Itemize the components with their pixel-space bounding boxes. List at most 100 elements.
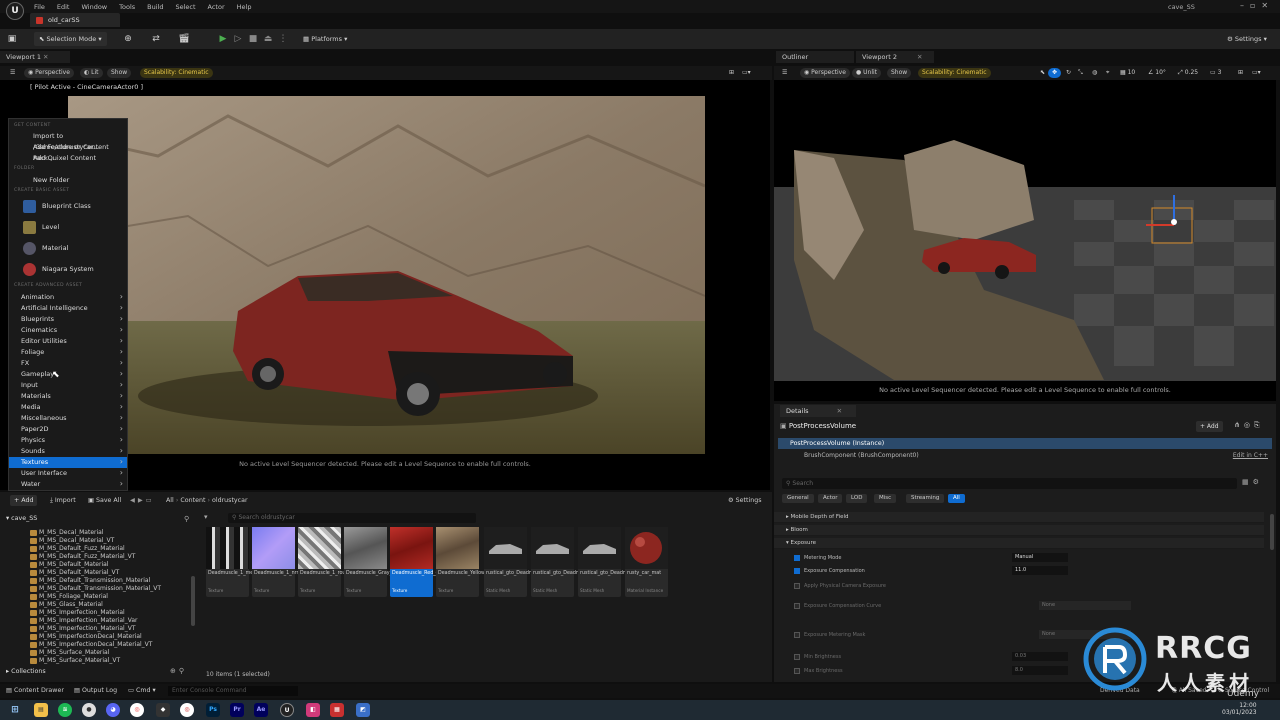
surface-snap-icon[interactable]: ⌖ bbox=[1102, 68, 1113, 78]
add-actor-icon[interactable]: ⊕ bbox=[122, 33, 134, 45]
min-brightness-checkbox[interactable] bbox=[794, 654, 800, 660]
level-menu-item[interactable]: Level bbox=[9, 217, 127, 237]
asset-tile[interactable]: rustical_gto_Deadmuscle... Static Mesh bbox=[531, 527, 598, 597]
tree-folder[interactable]: M_MS_Default_Fuzz_Material bbox=[30, 545, 125, 553]
details-options-icons[interactable]: ⋔◎⎘ bbox=[1234, 421, 1264, 430]
edit-cpp-link[interactable]: Edit in C++ bbox=[1233, 450, 1268, 461]
tab-outliner[interactable]: Outliner bbox=[776, 51, 854, 63]
tab-details[interactable]: Details ✕ bbox=[780, 405, 856, 417]
tree-folder[interactable]: M_MS_Surface_Material bbox=[30, 649, 109, 657]
details-search-input[interactable]: ⚲ Search bbox=[782, 478, 1237, 489]
chrome-icon[interactable]: ◎ bbox=[130, 703, 144, 717]
output-log-button[interactable]: ▤ Output Log bbox=[74, 687, 117, 694]
asset-tile[interactable]: Deadmuscle_Gray_dif Texture bbox=[344, 527, 398, 597]
menu-edit[interactable]: Edit bbox=[51, 3, 76, 11]
tree-folder[interactable]: M_MS_Default_Transmission_Material_VT bbox=[30, 585, 161, 593]
move-tool-icon[interactable]: ✥ bbox=[1048, 68, 1062, 78]
close-icon[interactable]: ✕ bbox=[43, 53, 48, 61]
filter-general[interactable]: General bbox=[782, 494, 814, 503]
asset-search-input[interactable]: ⚲ Search oldrustycar bbox=[228, 513, 476, 523]
search-icon[interactable]: ⚲ bbox=[184, 515, 189, 523]
app-icon[interactable]: ▦ bbox=[330, 703, 344, 717]
collections-actions-icons[interactable]: ⊕⚲ bbox=[170, 667, 187, 675]
menu-tools[interactable]: Tools bbox=[113, 3, 141, 11]
asset-tile[interactable]: Deadmuscle_1_nrm Texture bbox=[252, 527, 301, 597]
app-icon[interactable]: ◧ bbox=[306, 703, 320, 717]
history-nav-icons[interactable]: ◀▶▭ bbox=[130, 495, 155, 506]
apply-physical-checkbox[interactable] bbox=[794, 583, 800, 589]
breadcrumb-content[interactable]: Content bbox=[180, 497, 205, 504]
collections-header[interactable]: ▸ Collections bbox=[6, 668, 46, 675]
import-button[interactable]: ⤓ Import bbox=[50, 495, 76, 506]
max-brightness-checkbox[interactable] bbox=[794, 668, 800, 674]
show-button[interactable]: Show bbox=[887, 68, 912, 78]
breadcrumb-all[interactable]: All bbox=[166, 497, 174, 504]
material-menu-item[interactable]: Material bbox=[9, 238, 127, 258]
asset-tile-selected[interactable]: Deadmuscle_Red_dif Texture bbox=[390, 527, 442, 597]
exposure-curve-checkbox[interactable] bbox=[794, 603, 800, 609]
add-button[interactable]: + Add bbox=[10, 495, 38, 506]
submenu-editor-utilities[interactable]: Editor Utilities bbox=[9, 336, 127, 347]
section-mobile-dof[interactable]: ▸ Mobile Depth of Field bbox=[774, 512, 1264, 523]
max-brightness-input[interactable]: 8.0 bbox=[1012, 666, 1068, 675]
submenu-water[interactable]: Water bbox=[9, 479, 127, 490]
tree-folder[interactable]: M_MS_Surface_Material_VT bbox=[30, 657, 120, 665]
system-clock[interactable]: 12:00 03/01/2023 bbox=[1222, 702, 1257, 716]
submenu-textures[interactable]: Textures bbox=[9, 457, 127, 468]
save-icon[interactable]: ▣ bbox=[6, 33, 18, 45]
layout-icon[interactable]: ⊞ bbox=[725, 68, 738, 78]
asset-tile[interactable]: rusty_car_mat Material Instance bbox=[625, 527, 668, 597]
unreal-engine-icon[interactable]: U bbox=[280, 703, 294, 717]
submenu-foliage[interactable]: Foliage bbox=[9, 347, 127, 358]
app-icon[interactable]: ◆ bbox=[156, 703, 170, 717]
viewport-2[interactable]: No active Level Sequencer detected. Plea… bbox=[774, 80, 1276, 401]
content-drawer-button[interactable]: ▤ Content Drawer bbox=[6, 687, 64, 694]
tree-folder[interactable]: M_MS_Default_Transmission_Material bbox=[30, 577, 150, 585]
tree-folder[interactable]: M_MS_ImperfectionDecal_Material_VT bbox=[30, 641, 152, 649]
browser-icon[interactable]: ◎ bbox=[180, 703, 194, 717]
scale-tool-icon[interactable]: ⤡ bbox=[1074, 68, 1087, 78]
submenu-fx[interactable]: FX bbox=[9, 358, 127, 369]
exposure-compensation-checkbox[interactable] bbox=[794, 568, 800, 574]
filter-icon[interactable]: ▾ bbox=[204, 513, 208, 521]
rotation-snap-button[interactable]: ∠ 10° bbox=[1144, 68, 1170, 78]
submenu-physics[interactable]: Physics bbox=[9, 435, 127, 446]
cb-root-label[interactable]: ▾ cave_SS bbox=[6, 515, 37, 522]
asset-tile[interactable]: Deadmuscle_Yellow_dif Texture bbox=[436, 527, 493, 597]
close-icon[interactable]: ✕ bbox=[917, 53, 922, 61]
section-exposure[interactable]: ▾ Exposure bbox=[774, 538, 1264, 549]
selection-mode-button[interactable]: ⬉ Selection Mode ▾ bbox=[34, 32, 107, 46]
submenu-paper2d[interactable]: Paper2D bbox=[9, 424, 127, 435]
discord-icon[interactable]: ◕ bbox=[106, 703, 120, 717]
submenu-media[interactable]: Media bbox=[9, 402, 127, 413]
menu-window[interactable]: Window bbox=[75, 3, 113, 11]
blueprint-class-menu-item[interactable]: Blueprint Class bbox=[9, 196, 127, 216]
console-input[interactable]: Enter Console Command bbox=[168, 686, 298, 696]
hamburger-icon[interactable]: ☰ bbox=[6, 68, 19, 78]
component-instance-row[interactable]: PostProcessVolume (Instance) bbox=[778, 438, 1272, 449]
hamburger-icon[interactable]: ☰ bbox=[778, 68, 791, 78]
min-brightness-input[interactable]: 0.03 bbox=[1012, 652, 1068, 661]
tree-folder[interactable]: M_MS_Decal_Material bbox=[30, 529, 104, 537]
lit-button[interactable]: ◐ Lit bbox=[80, 68, 103, 78]
submenu-ai[interactable]: Artificial Intelligence bbox=[9, 303, 127, 314]
stop-icon[interactable]: ■ bbox=[247, 33, 259, 45]
submenu-materials[interactable]: Materials bbox=[9, 391, 127, 402]
tree-folder[interactable]: M_MS_Decal_Material_VT bbox=[30, 537, 114, 545]
menu-file[interactable]: File bbox=[28, 3, 51, 11]
submenu-gameplay[interactable]: Gameplay bbox=[9, 369, 127, 380]
maximize-icon[interactable]: ▭▾ bbox=[1248, 68, 1265, 78]
tree-folder[interactable]: M_MS_Imperfection_Material_VT bbox=[30, 625, 135, 633]
tree-folder[interactable]: M_MS_Imperfection_Material_Var bbox=[30, 617, 138, 625]
menu-help[interactable]: Help bbox=[231, 3, 258, 11]
app-icon[interactable]: ● bbox=[82, 703, 96, 717]
new-folder-menu-item[interactable]: New Folder bbox=[9, 175, 127, 186]
tab-viewport-2[interactable]: Viewport 2 ✕ bbox=[856, 51, 934, 63]
show-button[interactable]: Show bbox=[107, 68, 132, 78]
perspective-button[interactable]: ◉ Perspective bbox=[800, 68, 850, 78]
filter-streaming[interactable]: Streaming bbox=[906, 494, 945, 503]
add-component-button[interactable]: + Add bbox=[1196, 421, 1223, 432]
metering-mode-checkbox[interactable] bbox=[794, 555, 800, 561]
grid-snap-button[interactable]: ▦ 10 bbox=[1116, 68, 1139, 78]
tree-folder[interactable]: M_MS_Imperfection_Material bbox=[30, 609, 125, 617]
